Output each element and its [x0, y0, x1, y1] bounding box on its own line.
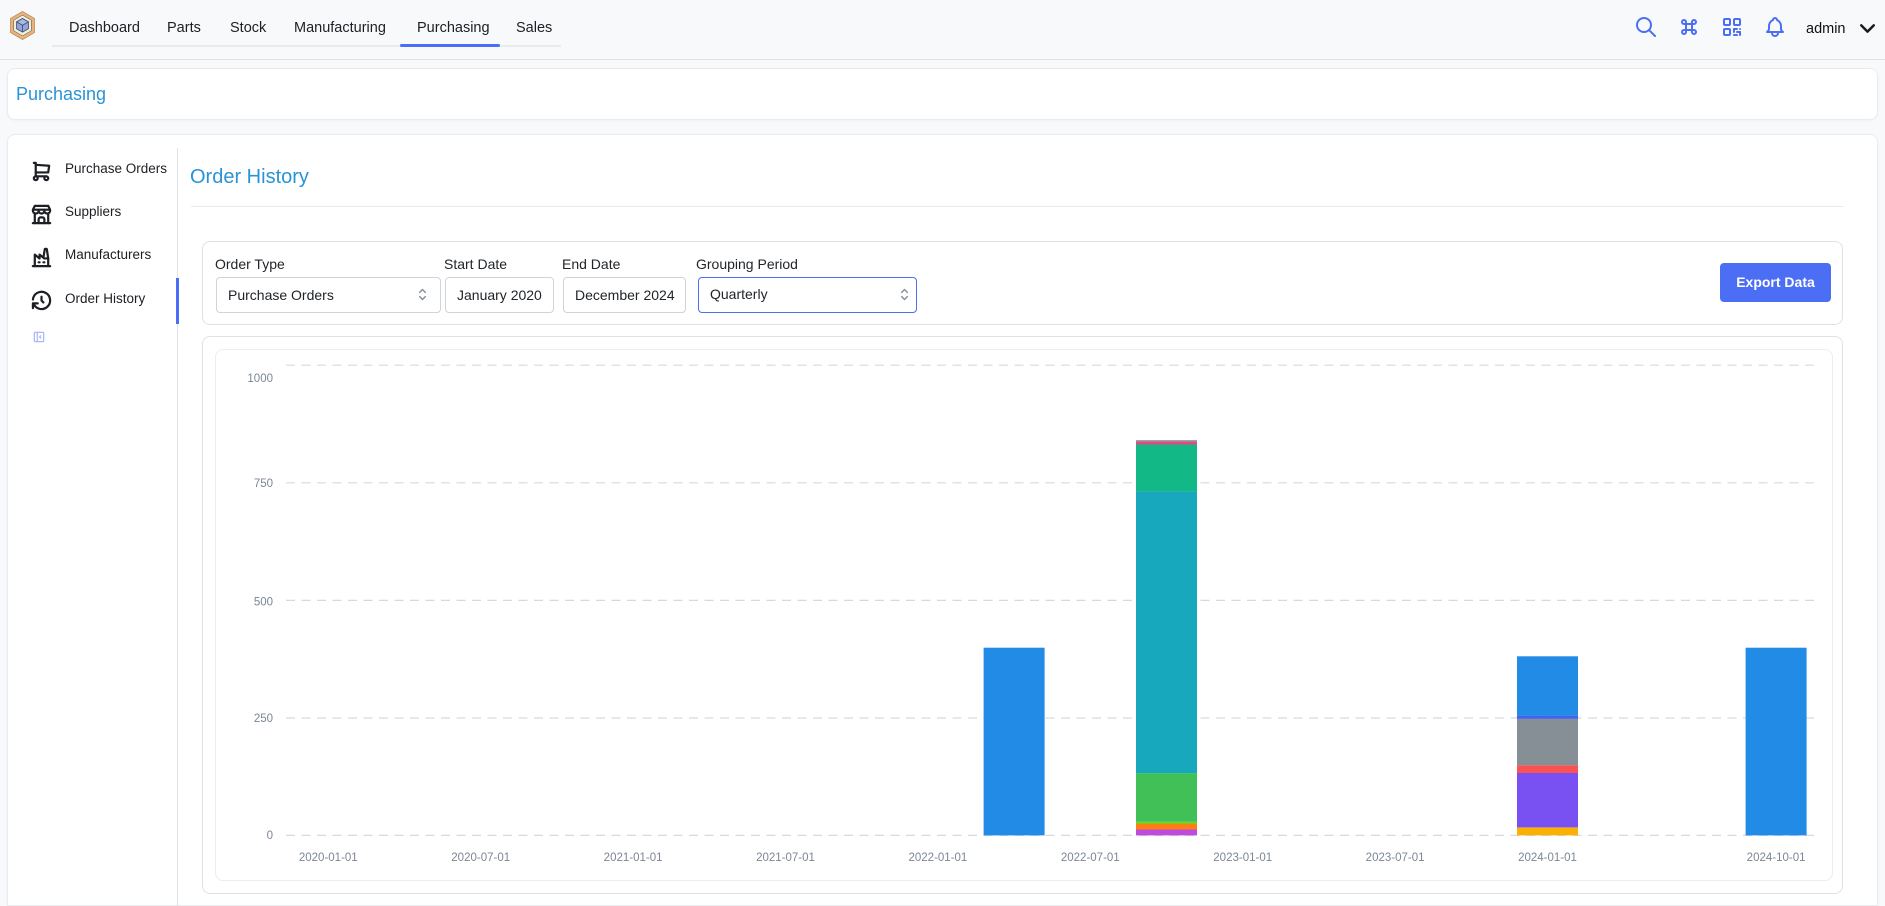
svg-text:2020-07-01: 2020-07-01	[451, 852, 510, 864]
svg-text:2020-01-01: 2020-01-01	[299, 852, 358, 864]
svg-text:2022-07-01: 2022-07-01	[1061, 852, 1120, 864]
svg-text:2024-01-01: 2024-01-01	[1518, 852, 1577, 864]
svg-text:0: 0	[267, 830, 273, 842]
svg-text:2021-07-01: 2021-07-01	[756, 852, 815, 864]
svg-text:1000: 1000	[247, 373, 273, 385]
svg-text:250: 250	[254, 713, 273, 725]
svg-text:2024-10-01: 2024-10-01	[1747, 852, 1806, 864]
svg-text:2023-07-01: 2023-07-01	[1366, 852, 1425, 864]
svg-text:2022-01-01: 2022-01-01	[908, 852, 967, 864]
svg-text:750: 750	[254, 478, 273, 490]
svg-text:2023-01-01: 2023-01-01	[1213, 852, 1272, 864]
svg-text:2021-01-01: 2021-01-01	[604, 852, 663, 864]
svg-text:500: 500	[254, 596, 273, 608]
